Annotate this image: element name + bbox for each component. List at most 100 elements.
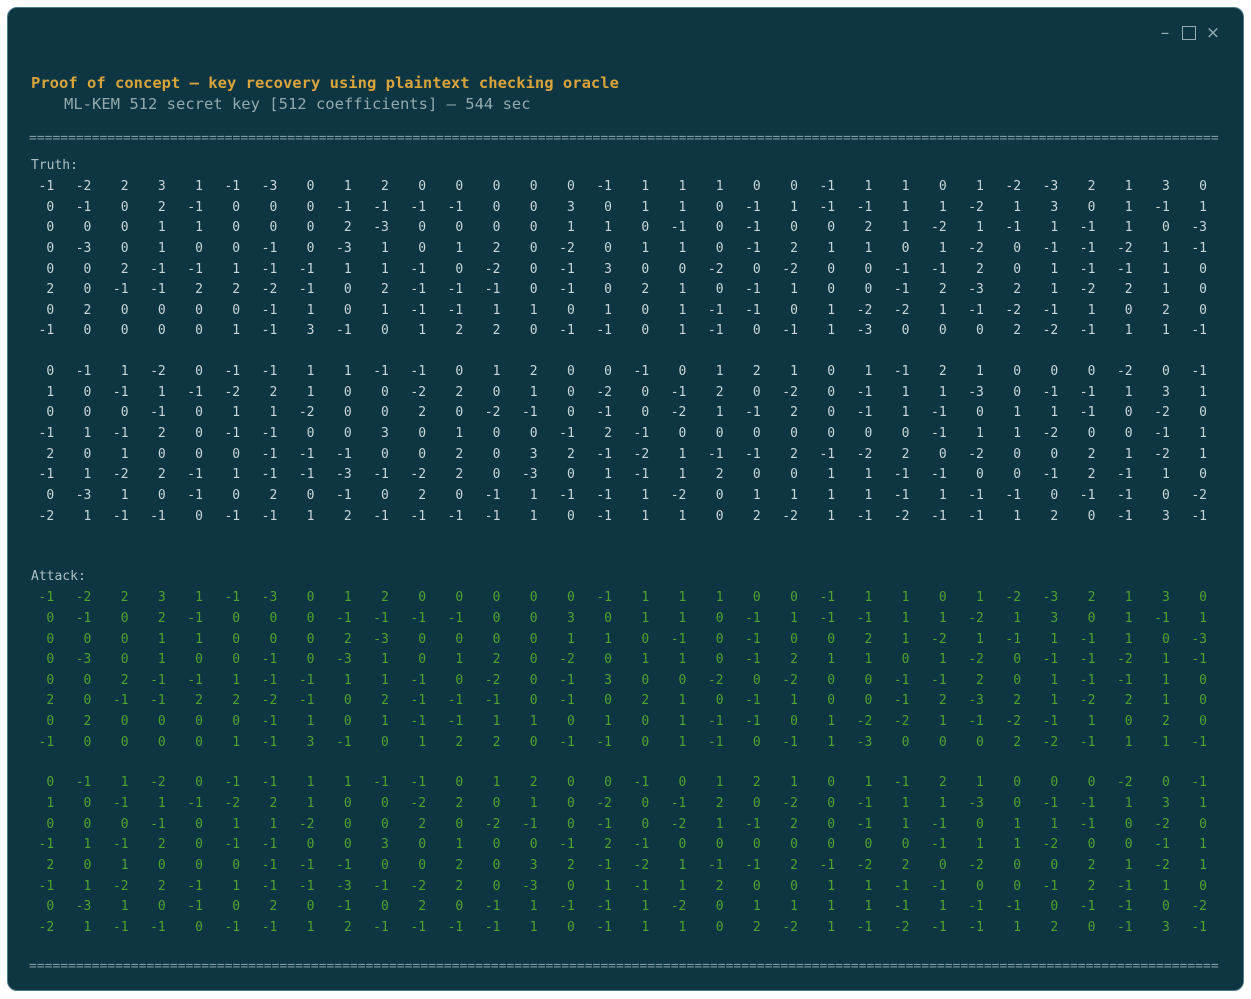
- minimize-icon[interactable]: –: [1153, 22, 1177, 44]
- coefficient-value: -1: [410, 261, 427, 277]
- coefficient-value: 0: [46, 199, 55, 215]
- coefficient-value: 0: [752, 878, 761, 894]
- coefficient-value: -2: [1154, 446, 1170, 462]
- coefficient-value: 0: [1199, 672, 1207, 688]
- coefficient-value: -1: [224, 919, 241, 935]
- coefficient-value: 0: [455, 631, 464, 647]
- coefficient-value: -2: [484, 405, 501, 421]
- coefficient-value: 0: [864, 261, 873, 277]
- coefficient-value: 0: [641, 672, 650, 688]
- coefficient-value: 2: [790, 446, 798, 462]
- coefficient-value: 0: [566, 508, 575, 524]
- coefficient-value: -3: [75, 487, 92, 503]
- coefficient-value: -2: [633, 857, 650, 873]
- coefficient-value: -1: [931, 467, 947, 483]
- coefficient-value: -1: [893, 364, 910, 380]
- coefficient-value: 0: [790, 631, 798, 647]
- coefficient-value: -1: [559, 837, 575, 853]
- coefficient-value: 1: [1124, 199, 1133, 215]
- coefficient-value: -1: [670, 220, 687, 236]
- close-icon[interactable]: ×: [1201, 22, 1225, 44]
- coefficient-value: 0: [1087, 610, 1096, 626]
- separator-line-top: ========================================…: [29, 132, 1219, 146]
- coefficient-value: 1: [715, 405, 724, 421]
- coeff-row: 0 0 2 -1 -1 1 -1 -1 1 1 -1 0 -2 0 -1 3 0 0 -2 0 -2 0 0 -1 -1 2 0 1 -…: [17, 260, 1243, 281]
- coefficient-value: 1: [343, 672, 352, 688]
- coefficient-value: 1: [46, 384, 55, 400]
- coefficient-value: 1: [827, 302, 836, 318]
- coefficient-value: 0: [120, 302, 129, 318]
- coefficient-value: -1: [336, 323, 352, 339]
- coefficient-value: -1: [187, 467, 203, 483]
- coefficient-value: 2: [492, 323, 501, 339]
- coefficient-value: -1: [484, 487, 501, 503]
- coefficient-value: -3: [521, 467, 538, 483]
- coeff-row: 0 2 0 0 0 0 -1 1 0 1 -1 -1 1 1 0 1 0 1 -1 -1 0 1 -2 -2 1 -1 -2 -1 1 0…: [17, 301, 1243, 322]
- coefficient-value: -1: [484, 282, 501, 298]
- coefficient-value: -1: [1042, 384, 1059, 400]
- coefficient-value: 1: [83, 467, 92, 483]
- coefficient-value: -1: [261, 878, 278, 894]
- coefficient-value: 1: [306, 384, 315, 400]
- coefficient-value: 2: [752, 508, 761, 524]
- coefficient-value: -1: [1191, 919, 1207, 935]
- coefficient-value: 0: [715, 487, 724, 503]
- coefficient-value: -1: [1079, 323, 1096, 339]
- coefficient-value: 0: [418, 240, 427, 256]
- coefficient-value: -1: [596, 179, 612, 194]
- coefficient-value: 0: [1087, 199, 1096, 215]
- coefficient-value: -2: [1005, 179, 1022, 194]
- coefficient-value: 0: [529, 220, 538, 236]
- coefficient-value: 1: [1050, 220, 1059, 236]
- coefficient-value: 1: [715, 179, 724, 194]
- coefficient-value: 1: [1161, 261, 1170, 277]
- coefficient-value: 1: [269, 405, 278, 421]
- coefficient-value: 0: [1050, 364, 1059, 380]
- coefficient-value: -1: [38, 837, 55, 853]
- coefficient-value: -1: [745, 610, 761, 626]
- coefficient-value: 0: [381, 816, 389, 832]
- maximize-icon[interactable]: [1177, 22, 1201, 44]
- coefficient-value: 2: [1087, 446, 1096, 462]
- coefficient-value: -2: [670, 899, 687, 915]
- coefficient-value: -1: [373, 610, 389, 626]
- coefficient-value: 1: [678, 878, 687, 894]
- coefficient-value: 0: [827, 631, 836, 647]
- coefficient-value: 1: [976, 426, 984, 442]
- coefficient-value: -1: [224, 775, 241, 791]
- coefficient-value: -3: [336, 652, 352, 668]
- coefficient-value: 0: [195, 775, 203, 791]
- coefficient-value: 1: [976, 775, 984, 791]
- coefficient-value: 0: [455, 364, 464, 380]
- coeff-row: -1 1 -1 2 0 -1 -1 0 0 3 0 1 0 0 -1 2 -1 0 0 0 0 0 0 0 -1 1 1 -2 0 0 -1…: [17, 835, 1243, 856]
- coefficient-value: 0: [492, 384, 501, 400]
- coefficient-value: 2: [566, 857, 575, 873]
- coefficient-value: 1: [492, 775, 501, 791]
- coefficient-value: 1: [1161, 878, 1170, 894]
- coefficient-value: 1: [306, 796, 315, 812]
- coeff-row: -1 0 0 0 0 1 -1 3 -1 0 1 2 2 0 -1 -1 0 1 -1 0 -1 1 -3 0 0 0 2 -2 -1 1…: [17, 733, 1243, 754]
- coefficient-value: 0: [1124, 714, 1133, 730]
- coefficient-value: 1: [901, 610, 910, 626]
- coefficient-value: -1: [112, 282, 129, 298]
- coefficient-value: -2: [298, 405, 315, 421]
- coefficient-value: 0: [752, 261, 761, 277]
- coefficient-value: 1: [678, 610, 687, 626]
- coefficient-value: 0: [418, 446, 427, 462]
- coefficient-value: 2: [418, 816, 427, 832]
- coefficient-value: 1: [418, 734, 427, 750]
- coefficient-value: 2: [120, 261, 129, 277]
- coefficient-value: 2: [381, 590, 389, 606]
- coefficient-value: 2: [46, 693, 55, 709]
- coefficient-value: -1: [410, 199, 427, 215]
- coefficient-value: -1: [38, 426, 55, 442]
- coefficient-value: 1: [790, 282, 798, 298]
- coefficient-value: -2: [670, 405, 687, 421]
- coefficient-value: 1: [418, 323, 427, 339]
- coefficient-value: -2: [75, 179, 92, 194]
- coefficient-value: 0: [157, 302, 166, 318]
- coefficient-value: -1: [298, 282, 315, 298]
- coefficient-value: -1: [707, 302, 724, 318]
- coefficient-value: 2: [1124, 693, 1133, 709]
- coefficient-value: 1: [306, 364, 315, 380]
